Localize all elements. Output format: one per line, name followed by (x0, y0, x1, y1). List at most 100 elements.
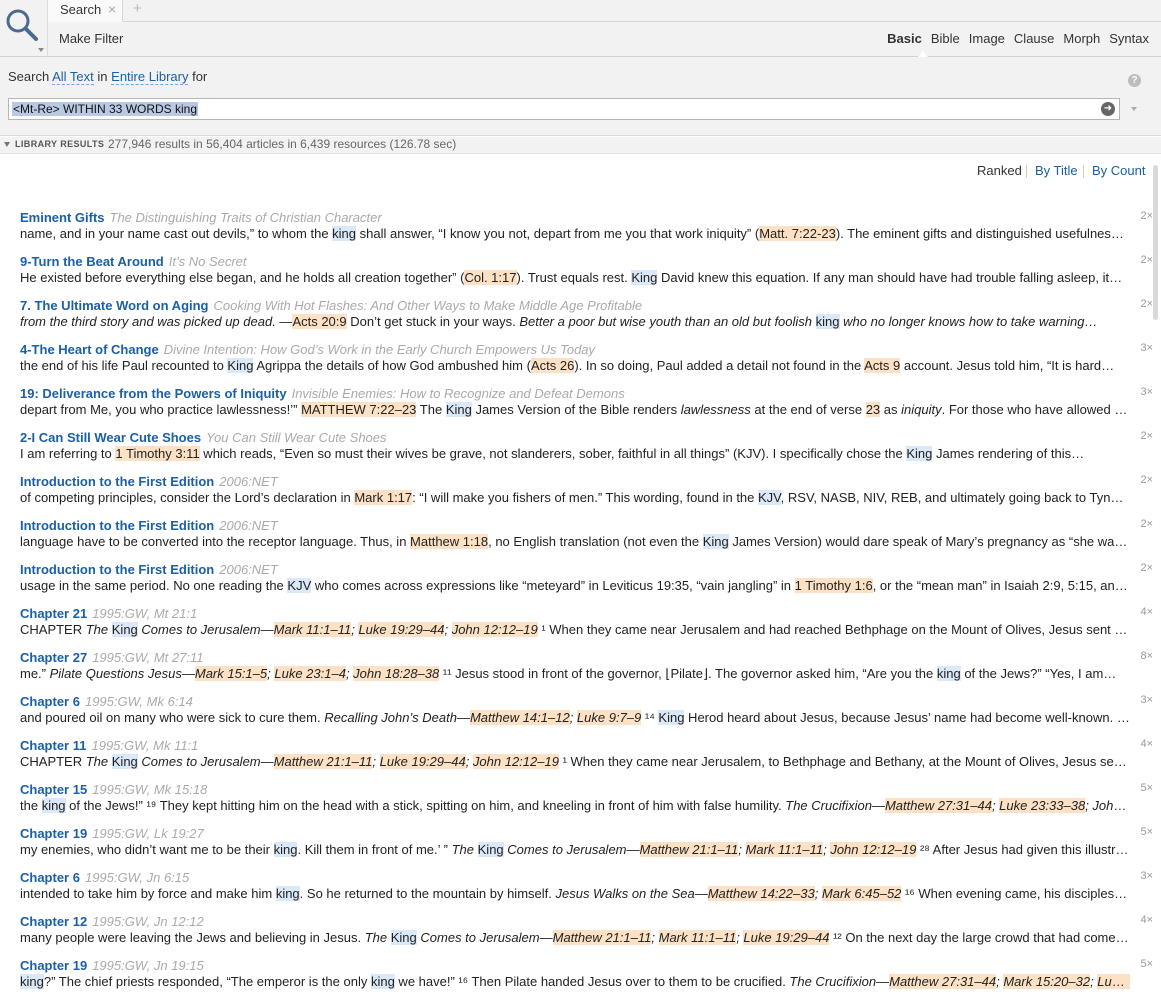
result-item[interactable]: Chapter 15 1995:GW, Mk 15:18 5× the king of… (20, 779, 1153, 823)
search-hit[interactable]: KJV (758, 490, 781, 505)
go-arrow-icon[interactable]: ➜ (1101, 102, 1115, 116)
make-filter-button[interactable]: Make Filter (59, 31, 123, 46)
result-source[interactable]: 1995:GW, Lk 19:27 (92, 826, 204, 841)
bible-reference-link[interactable]: John 12:12–19 (451, 622, 538, 637)
help-icon[interactable]: ? (1128, 74, 1141, 87)
result-source[interactable]: You Can Still Wear Cute Shoes (206, 430, 386, 445)
bible-reference-link[interactable]: 23 (865, 402, 881, 417)
bible-reference-link[interactable]: Luke 19:29–44 (358, 622, 445, 637)
result-source[interactable]: 1995:GW, Mk 15:18 (92, 782, 207, 797)
result-source[interactable]: 1995:GW, Mk 6:14 (85, 694, 193, 709)
result-title-link[interactable]: Chapter 15 (20, 782, 87, 797)
result-title-link[interactable]: 2-I Can Still Wear Cute Shoes (20, 430, 201, 445)
bible-reference-link[interactable]: Luke 23:33–38 (999, 798, 1086, 813)
result-source[interactable]: 1995:GW, Mk 11:1 (91, 738, 198, 753)
search-hit[interactable]: King (658, 710, 685, 725)
result-title-link[interactable]: 7. The Ultimate Word on Aging (20, 298, 209, 313)
result-snippet[interactable]: my enemies, who didn’t want me to be the… (20, 842, 1130, 857)
search-hit[interactable]: king (332, 226, 357, 241)
bible-reference-link[interactable]: Luke 9:7–9 (576, 710, 642, 725)
bible-reference-link[interactable]: John 12:12–19 (830, 842, 917, 857)
bible-reference-link[interactable]: MATTHEW 7:22–23 (301, 402, 417, 417)
search-logo-icon[interactable] (0, 0, 48, 57)
tab-search[interactable]: Search × (48, 0, 123, 22)
bible-reference-link[interactable]: Acts 9 (864, 358, 901, 373)
result-source[interactable]: The Distinguishing Traits of Christian C… (110, 210, 382, 225)
result-item[interactable]: Chapter 21 1995:GW, Mt 21:1 4× CHAPTER The … (20, 603, 1153, 647)
bible-reference-link[interactable]: Matt. 7:22-23 (759, 226, 836, 241)
result-item[interactable]: Introduction to the First Edition 2006:NE… (20, 471, 1153, 515)
result-item[interactable]: Introduction to the First Edition 2006:NE… (20, 515, 1153, 559)
bible-reference-link[interactable]: Acts 20:9 (292, 314, 347, 329)
search-hit[interactable]: king (20, 974, 44, 989)
result-snippet[interactable]: king?” The chief priests responded, “The… (20, 974, 1130, 989)
result-snippet[interactable]: and poured oil on many who were sick to … (20, 710, 1130, 725)
result-source[interactable]: 1995:GW, Jn 6:15 (85, 870, 189, 885)
result-snippet[interactable]: from the third story and was picked up d… (20, 314, 1130, 329)
search-hit[interactable]: king (815, 314, 840, 329)
search-hit[interactable]: King (702, 534, 729, 549)
bible-reference-link[interactable]: Matthew 21:1–11 (639, 842, 739, 857)
result-source[interactable]: 1995:GW, Mt 27:11 (92, 650, 203, 665)
sort-ranked[interactable]: Ranked (977, 163, 1022, 178)
mode-morph[interactable]: Morph (1063, 31, 1100, 46)
result-title-link[interactable]: Chapter 6 (20, 694, 80, 709)
collapse-icon[interactable] (4, 142, 10, 147)
result-title-link[interactable]: Chapter 6 (20, 870, 80, 885)
result-snippet[interactable]: I am referring to 1 Timothy 3:11 which r… (20, 446, 1130, 461)
bible-reference-link[interactable]: Matthew 27:31–44 (889, 974, 997, 989)
mode-image[interactable]: Image (969, 31, 1005, 46)
result-item[interactable]: Chapter 12 1995:GW, Jn 12:12 4× many people… (20, 911, 1153, 955)
result-item[interactable]: Chapter 27 1995:GW, Mt 27:11 8× me.” Pilate… (20, 647, 1153, 691)
search-hit[interactable]: king (936, 666, 961, 681)
result-title-link[interactable]: 19: Deliverance from the Powers of Iniqu… (20, 386, 287, 401)
result-item[interactable]: 19: Deliverance from the Powers of Iniqu… (20, 383, 1153, 427)
sort-by-count[interactable]: By Count (1092, 163, 1145, 178)
result-snippet[interactable]: the end of his life Paul recounted to Ki… (20, 358, 1130, 373)
result-title-link[interactable]: Chapter 19 (20, 826, 87, 841)
result-snippet[interactable]: depart from Me, you who practice lawless… (20, 402, 1130, 417)
close-icon[interactable]: × (108, 1, 116, 17)
result-source[interactable]: It’s No Secret (169, 254, 247, 269)
search-hit[interactable]: King (227, 358, 254, 373)
bible-reference-link[interactable]: Matthew 21:1–11 (552, 930, 652, 945)
result-item[interactable]: Chapter 19 1995:GW, Jn 19:15 5× king?” The … (20, 955, 1153, 999)
result-source[interactable]: 2006:NET (219, 474, 278, 489)
bible-reference-link[interactable]: Luke 19:29–44 (379, 754, 466, 769)
result-source[interactable]: 1995:GW, Jn 19:15 (92, 958, 204, 973)
result-title-link[interactable]: Introduction to the First Edition (20, 474, 214, 489)
result-item[interactable]: 9-Turn the Beat Around It’s No Secret 2× He… (20, 251, 1153, 295)
result-snippet[interactable]: me.” Pilate Questions Jesus—Mark 15:1–5;… (20, 666, 1130, 682)
result-title-link[interactable]: Eminent Gifts (20, 210, 105, 225)
result-source[interactable]: Invisible Enemies: How to Recognize and … (292, 386, 625, 401)
result-snippet[interactable]: intended to take him by force and make h… (20, 886, 1130, 901)
chevron-down-icon[interactable] (38, 48, 44, 52)
result-snippet[interactable]: language have to be converted into the r… (20, 534, 1130, 549)
result-title-link[interactable]: Chapter 27 (20, 650, 87, 665)
mode-clause[interactable]: Clause (1014, 31, 1054, 46)
result-title-link[interactable]: 9-Turn the Beat Around (20, 254, 164, 269)
bible-reference-link[interactable]: Col. 1:17 (464, 270, 517, 285)
search-hit[interactable]: King (111, 622, 138, 637)
search-hit[interactable]: King (631, 270, 658, 285)
bible-reference-link[interactable]: Luke 23:1–4 (274, 666, 346, 681)
search-hit[interactable]: King (477, 842, 504, 857)
add-tab-icon[interactable]: + (133, 0, 142, 17)
result-item[interactable]: Chapter 6 1995:GW, Jn 6:15 3× intended to t… (20, 867, 1153, 911)
result-title-link[interactable]: Chapter 19 (20, 958, 87, 973)
result-title-link[interactable]: Chapter 21 (20, 606, 87, 621)
bible-reference-link[interactable]: Luke 19:29–44 (743, 930, 830, 945)
result-item[interactable]: Eminent Gifts The Distinguishing Traits o… (20, 207, 1153, 251)
result-source[interactable]: 2006:NET (219, 518, 278, 533)
search-hit[interactable]: king (41, 798, 66, 813)
result-item[interactable]: 7. The Ultimate Word on Aging Cooking Wit… (20, 295, 1153, 339)
search-hit[interactable]: King (390, 930, 417, 945)
bible-reference-link[interactable]: Luke 23:26–38 (1097, 974, 1130, 989)
bible-reference-link[interactable]: John 12:12–19 (472, 754, 559, 769)
bible-reference-link[interactable]: Acts 26 (530, 358, 575, 373)
result-snippet[interactable]: He existed before everything else began,… (20, 270, 1130, 285)
result-source[interactable]: Divine Intention: How God’s Work in the … (164, 342, 595, 357)
bible-reference-link[interactable]: 1 Timothy 1:6 (794, 578, 873, 593)
result-source[interactable]: 2006:NET (219, 562, 278, 577)
result-item[interactable]: Chapter 19 1995:GW, Lk 19:27 5× my enemies,… (20, 823, 1153, 867)
